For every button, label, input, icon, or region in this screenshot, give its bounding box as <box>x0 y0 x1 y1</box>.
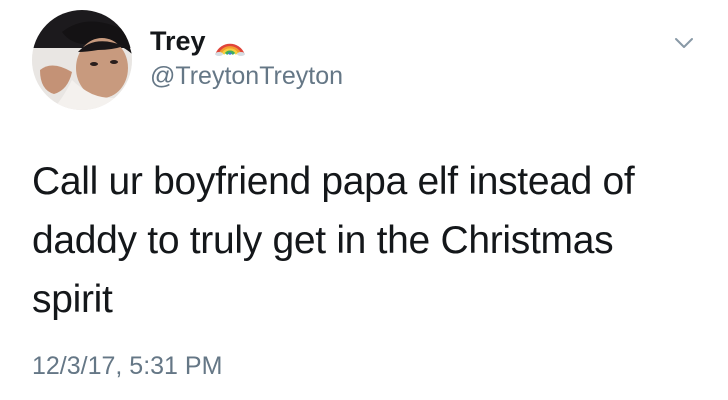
chevron-down-icon[interactable] <box>671 30 697 56</box>
user-handle[interactable]: @TreytonTreyton <box>150 62 343 91</box>
rainbow-icon <box>214 28 246 56</box>
avatar-photo <box>32 10 132 110</box>
avatar[interactable] <box>32 10 132 110</box>
tweet-timestamp[interactable]: 12/3/17, 5:31 PM <box>32 352 222 381</box>
tweet-card: Trey @TreytonTreyton Call ur boyfriend p… <box>0 0 728 400</box>
tweet-text: Call ur boyfriend papa elf instead of da… <box>32 160 635 321</box>
display-name-row[interactable]: Trey <box>150 26 246 57</box>
display-name[interactable]: Trey <box>150 26 206 57</box>
